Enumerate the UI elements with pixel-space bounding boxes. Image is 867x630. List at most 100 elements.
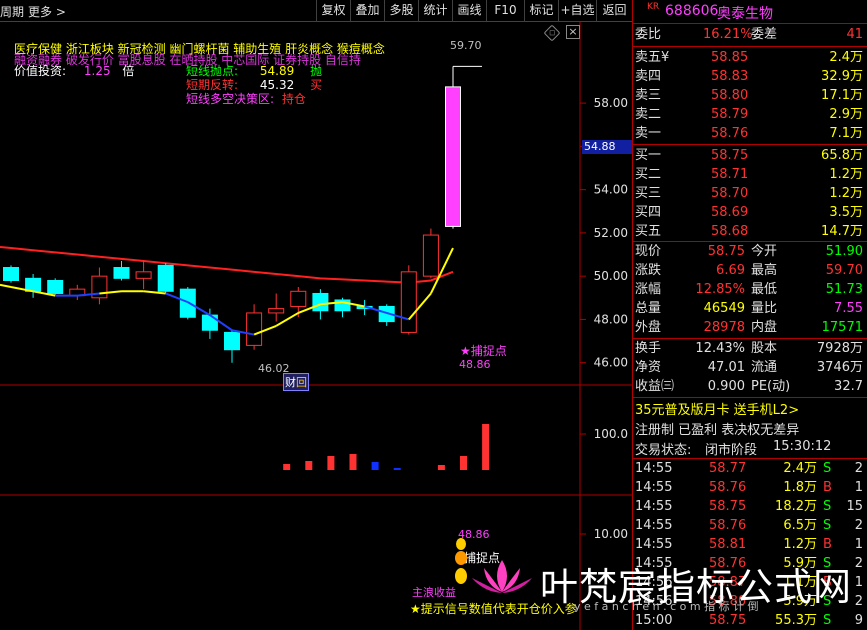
tick-count: 15 (846, 499, 863, 514)
bid-label: 买二 (635, 167, 662, 182)
candle-body (290, 290, 307, 307)
candle-body (135, 271, 152, 279)
volume-tick-label: 10.00 (594, 527, 628, 541)
tick-time: 14:55 (635, 480, 673, 495)
strategy-label: 短线多空决策区: (186, 92, 275, 106)
value-invest-label: 价值投资: (14, 64, 67, 78)
finance-badge-text2: 回 (296, 376, 307, 389)
tick-count: 2 (854, 461, 863, 476)
ask-label: 卖一 (635, 126, 662, 141)
stat-value: 28978 (703, 320, 745, 335)
price-stats: 现价 58.75 今开 51.90 涨跌 6.69 最高 59.70 涨幅 12.85% 最低 51.… (633, 242, 867, 338)
statistics-button[interactable]: 统计 (418, 0, 452, 21)
finance-badge[interactable]: 财回 (283, 373, 309, 391)
overlay-button[interactable]: 叠加 (350, 0, 384, 21)
stock-name: 奥泰生物 (717, 6, 773, 22)
stat-value: 17571 (821, 320, 863, 335)
bid-label: 买三 (635, 186, 662, 201)
add-watchlist-button[interactable]: +自选 (558, 0, 596, 21)
tick-count: 1 (854, 480, 863, 495)
strategy-row: 短线多空决策区: 持仓 (186, 90, 306, 107)
price-tick-label: 52.00 (594, 226, 628, 240)
stat-label: 内盘 (751, 320, 778, 335)
candle-body (268, 308, 285, 314)
high-price-tag: 59.70 (450, 39, 482, 52)
ask-price: 58.79 (711, 107, 749, 122)
tick-count: 1 (854, 537, 863, 552)
bid-volume: 65.8万 (821, 148, 863, 163)
tick-price: 58.76 (709, 518, 747, 533)
value-invest-unit: 倍 (122, 64, 135, 78)
tick-side: S (823, 499, 832, 514)
tick-side: S (823, 518, 832, 533)
stat-row: 涨幅 12.85% 最低 51.73 (633, 280, 867, 299)
stat-value: 12.85% (695, 282, 745, 297)
ask-volume: 17.1万 (821, 88, 863, 103)
tick-volume: 55.3万 (775, 613, 817, 628)
bid-row: 买三 58.70 1.2万 (633, 184, 867, 203)
stat-value: 6.69 (716, 263, 745, 278)
stat-label: 量比 (751, 301, 778, 316)
promo-link[interactable]: 35元普及版月卡 送手机L2> (635, 399, 799, 418)
draw-line-button[interactable]: 画线 (452, 0, 486, 21)
bid-volume: 14.7万 (821, 224, 863, 239)
notice-text: 注册制 已盈利 表决权无差异 (635, 423, 800, 438)
volume-bar (437, 465, 445, 470)
chart-toolbar: 周期 更多 > 复权 叠加 多股 统计 画线 F10 标记 +自选 返回 (0, 0, 632, 22)
divider (633, 23, 867, 24)
tick-price: 58.76 (709, 480, 747, 495)
bid-row: 买一 58.75 65.8万 (633, 146, 867, 165)
order-ratio-label: 委比 (635, 27, 662, 42)
candle (25, 274, 42, 298)
stat-label: 外盘 (635, 320, 662, 335)
back-button[interactable]: 返回 (596, 0, 632, 21)
ask-label: 卖三 (635, 88, 662, 103)
current-price-tag: 54.88 (582, 140, 632, 154)
bid-label: 买五 (635, 224, 662, 239)
candle (224, 330, 240, 363)
tick-time: 14:55 (635, 461, 673, 476)
tick-row: 14:55 58.75 18.2万 S 15 (633, 497, 867, 516)
price-tick-label: 54.00 (594, 183, 628, 197)
order-diff-value: 41 (846, 27, 863, 42)
candle (3, 265, 19, 283)
ask-volume: 32.9万 (821, 69, 863, 84)
notice-row: 注册制 已盈利 表决权无差异 (633, 419, 867, 438)
stat-row: 涨跌 6.69 最高 59.70 (633, 261, 867, 280)
close-chart-button[interactable]: × (566, 25, 580, 39)
bid-book: 买一 58.75 65.8万 买二 58.71 1.2万 买三 58.70 1.2万 买四 58.6… (633, 146, 867, 242)
promo-row[interactable]: 35元普及版月卡 送手机L2> (633, 399, 867, 418)
bid-row: 买五 58.68 14.7万 (633, 222, 867, 241)
f10-button[interactable]: F10 (486, 0, 524, 21)
candle (113, 261, 130, 281)
tick-side: B (823, 480, 832, 495)
ask-row: 卖四 58.83 32.9万 (633, 67, 867, 86)
stat-value: 51.73 (825, 282, 863, 297)
multi-stock-button[interactable]: 多股 (384, 0, 418, 21)
ask-label: 卖五¥ (635, 50, 670, 65)
candle (422, 228, 439, 279)
tick-row: 14:55 58.81 1.2万 B 1 (633, 535, 867, 554)
kline-chart[interactable]: 46.0048.0050.0052.0054.0056.0058.00100.0… (0, 22, 632, 630)
fundamental-label: 流通 (751, 360, 778, 375)
candle (47, 278, 64, 296)
candle (69, 284, 86, 300)
stat-row: 总量 46549 量比 7.55 (633, 299, 867, 318)
mark-button[interactable]: 标记 (524, 0, 558, 21)
candle (445, 66, 461, 229)
tick-count: 9 (854, 613, 863, 628)
fundamental-value: 0.900 (707, 379, 745, 394)
ask-price: 58.85 (711, 50, 749, 65)
tick-time: 14:55 (635, 537, 673, 552)
more-menu[interactable]: 更多 > (28, 3, 66, 20)
period-menu[interactable]: 周期 (0, 3, 24, 20)
restore-right-button[interactable]: 复权 (316, 0, 350, 21)
fundamental-value: 32.7 (834, 379, 863, 394)
candle-body (422, 234, 439, 277)
order-ratio-value: 16.21% (703, 27, 753, 42)
ma-red-line (0, 245, 454, 284)
tick-volume: 2.4万 (783, 461, 817, 476)
fundamental-value: 3746万 (816, 360, 863, 375)
trade-status-time: 15:30:12 (773, 439, 832, 454)
candle (400, 265, 417, 335)
